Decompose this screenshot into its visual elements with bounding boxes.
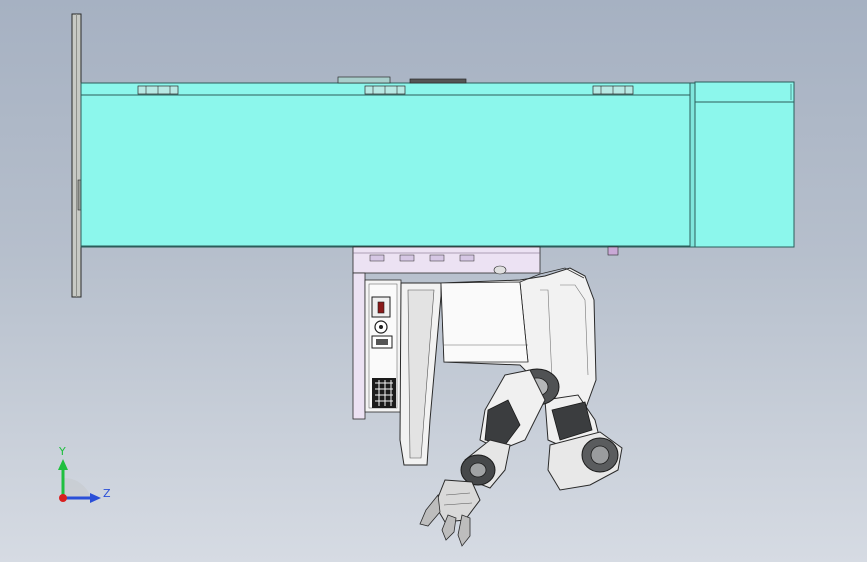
dial-icon[interactable] xyxy=(374,320,388,334)
main-beam[interactable] xyxy=(80,76,691,248)
left-arm[interactable] xyxy=(460,368,560,489)
z-axis-label: Z xyxy=(103,487,111,500)
gripper[interactable] xyxy=(419,479,481,547)
toggle-switch-icon[interactable] xyxy=(371,296,391,318)
y-axis-label: Y xyxy=(58,445,66,458)
beam-end-box[interactable] xyxy=(689,81,795,248)
coordinate-triad-icon xyxy=(58,459,101,503)
power-socket-icon xyxy=(371,335,393,349)
cad-drawing: Y Z xyxy=(58,13,795,547)
cad-viewport[interactable]: Y Z xyxy=(0,0,867,562)
vent-grille-icon xyxy=(372,378,396,408)
front-bracket[interactable] xyxy=(399,282,442,466)
right-arm[interactable] xyxy=(544,394,623,491)
